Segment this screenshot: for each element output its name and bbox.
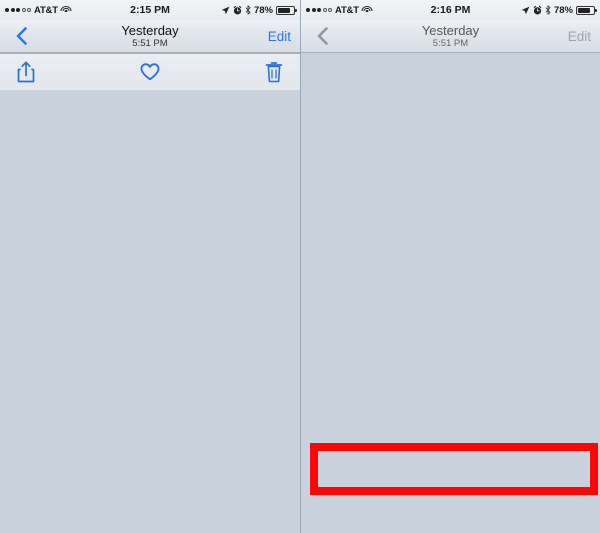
back-button[interactable] — [0, 20, 42, 53]
page-subtitle: 5:51 PM — [132, 38, 168, 50]
battery-percent-label: 78% — [253, 4, 273, 16]
location-arrow-icon — [221, 6, 230, 14]
right-screen: AT&T 2:16 PM 78% Yesterday 5:51 PM Edit — [300, 0, 600, 533]
wifi-icon — [361, 5, 373, 15]
chevron-left-icon — [317, 27, 328, 45]
signal-strength-dots — [5, 8, 31, 12]
edit-button[interactable]: Edit — [268, 29, 291, 44]
battery-icon — [276, 5, 297, 15]
alarm-clock-icon — [533, 5, 542, 14]
screenshot-root: AT&T 2:15 PM 78% Yesterday 5:51 PM Edit … — [0, 0, 600, 533]
location-arrow-icon — [521, 6, 530, 14]
trash-icon — [265, 62, 283, 83]
left-screen: AT&T 2:15 PM 78% Yesterday 5:51 PM Edit — [0, 0, 300, 533]
bluetooth-icon — [245, 5, 251, 15]
share-icon — [17, 61, 35, 83]
navigation-bar: Yesterday 5:51 PM Edit — [301, 20, 600, 53]
page-title: Yesterday — [421, 23, 480, 39]
edit-button[interactable]: Edit — [568, 29, 591, 44]
battery-percent-label: 78% — [553, 4, 573, 16]
delete-button[interactable] — [264, 61, 284, 83]
bluetooth-icon — [545, 5, 551, 15]
nav-title-block: Yesterday 5:51 PM — [0, 20, 300, 53]
page-title: Yesterday — [121, 23, 179, 39]
status-bar: AT&T 2:15 PM 78% — [0, 0, 300, 20]
navigation-bar: Yesterday 5:51 PM Edit — [0, 20, 300, 53]
carrier-label: AT&T — [335, 4, 359, 16]
heart-icon — [140, 63, 160, 81]
alarm-clock-icon — [233, 5, 242, 14]
nav-title-block: Yesterday 5:51 PM — [301, 20, 600, 53]
favorite-button[interactable] — [140, 61, 160, 83]
share-button[interactable] — [16, 61, 36, 83]
status-bar-left: AT&T — [5, 5, 72, 16]
wifi-icon — [60, 5, 72, 15]
battery-icon — [576, 5, 597, 15]
back-button[interactable] — [301, 20, 343, 53]
status-bar: AT&T 2:16 PM 78% — [301, 0, 600, 20]
status-bar-left: AT&T — [306, 5, 373, 16]
status-bar-right: 78% — [221, 4, 297, 16]
page-subtitle: 5:51 PM — [432, 38, 469, 50]
bottom-toolbar — [0, 53, 300, 90]
chevron-left-icon — [16, 27, 27, 45]
signal-strength-dots — [306, 8, 332, 12]
carrier-label: AT&T — [34, 4, 58, 16]
status-bar-right: 78% — [521, 4, 597, 16]
